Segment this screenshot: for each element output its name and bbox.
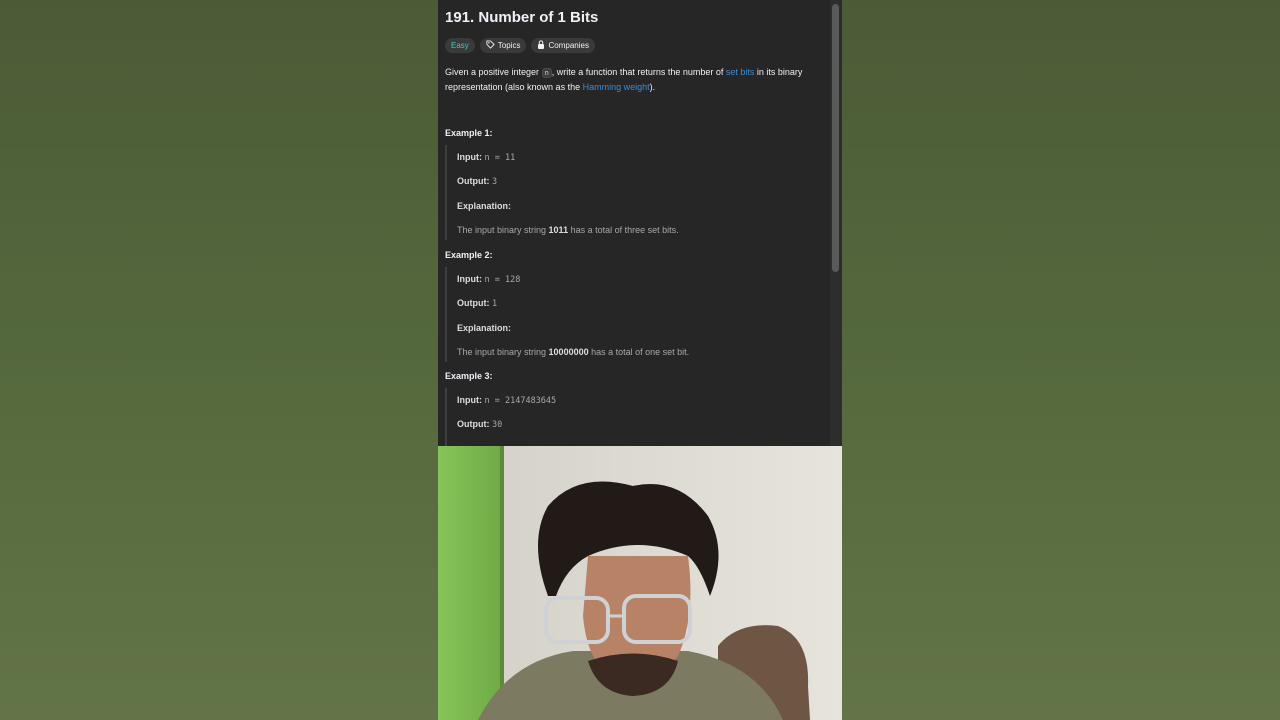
example-3-output: Output: 30 (457, 419, 503, 430)
companies-label: Companies (548, 41, 589, 50)
example-2-explanation: The input binary string 10000000 has a t… (457, 347, 690, 357)
topics-button[interactable]: Topics (479, 38, 527, 53)
topics-label: Topics (497, 41, 521, 50)
webcam-person-image (438, 446, 842, 720)
example-2-explanation-label: Explanation: (457, 323, 512, 333)
problem-tags: Easy Topics Companies (445, 38, 595, 53)
set-bits-link[interactable]: set bits (726, 67, 755, 77)
lock-icon (537, 40, 545, 51)
difficulty-badge[interactable]: Easy (445, 38, 475, 53)
example-2-block: Input: n = 128 Output: 1 Explanation: Th… (445, 267, 827, 362)
tag-icon (486, 40, 495, 51)
example-2-heading: Example 2: (445, 250, 493, 260)
example-1-output: Output: 3 (457, 176, 498, 187)
description-text: Given a positive integer (445, 67, 542, 77)
example-3-heading: Example 3: (445, 371, 493, 381)
description-text: ). (649, 82, 656, 92)
scrollbar-thumb[interactable] (832, 4, 839, 272)
example-1-explanation-label: Explanation: (457, 201, 512, 211)
problem-title: 191. Number of 1 Bits (445, 9, 599, 26)
description-text: , write a function that returns the numb… (551, 67, 726, 77)
example-1-input: Input: n = 11 (457, 152, 516, 163)
example-1-explanation: The input binary string 1011 has a total… (457, 225, 679, 235)
companies-button[interactable]: Companies (531, 38, 595, 53)
example-2-input: Input: n = 128 (457, 274, 521, 285)
example-3-input: Input: n = 2147483645 (457, 395, 557, 406)
example-2-output: Output: 1 (457, 298, 498, 309)
hamming-weight-link[interactable]: Hamming weight (583, 82, 650, 92)
difficulty-label: Easy (451, 41, 469, 50)
example-3-block: Input: n = 2147483645 Output: 30 (445, 388, 827, 446)
inline-code: n (541, 68, 552, 78)
example-1-block: Input: n = 11 Output: 3 Explanation: The… (445, 145, 827, 240)
example-1-heading: Example 1: (445, 128, 493, 138)
problem-description-panel: 191. Number of 1 Bits Easy Topics Compan… (438, 0, 842, 446)
problem-description: Given a positive integer n, write a func… (445, 65, 825, 94)
webcam-video (438, 446, 842, 720)
